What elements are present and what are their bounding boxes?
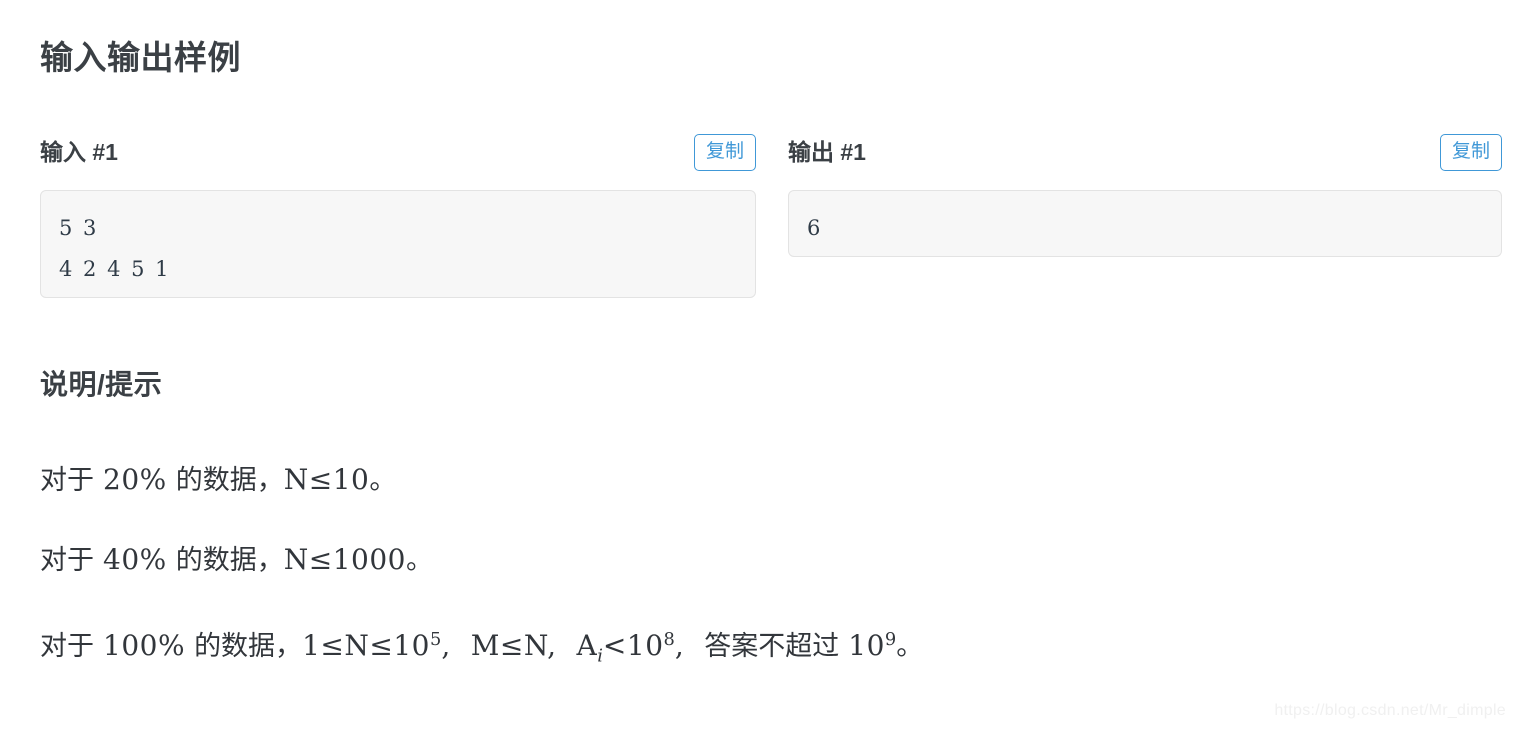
sample-input-header: 输入 #1 复制 <box>40 134 756 178</box>
hint-100-one: 1 <box>302 629 321 662</box>
sample-input-block: 输入 #1 复制 5 3 4 2 4 5 1 <box>40 134 756 319</box>
hint-20-period: 。 <box>369 465 397 495</box>
hint-40-op: ≤ <box>308 543 333 576</box>
hint-100-comma1: , <box>441 629 451 662</box>
hint-100-exp2: 8 <box>663 629 675 650</box>
hint-line-20: 对于 20% 的数据，N≤10。 <box>40 440 1500 520</box>
sample-input-code[interactable]: 5 3 4 2 4 5 1 <box>40 190 756 298</box>
hint-100-base3: 10 <box>848 629 885 662</box>
hint-40-var: N <box>283 543 309 576</box>
sample-output-code[interactable]: 6 <box>788 190 1502 257</box>
hint-100-op2: ≤ <box>369 629 394 662</box>
hint-100-comma2: , <box>547 629 557 662</box>
hint-100-var-n1: N <box>344 629 370 662</box>
hint-100-var-n2: N <box>523 629 548 662</box>
hint-100-var-m: M <box>470 629 500 662</box>
hint-20-value: 10 <box>332 463 370 496</box>
hint-100-op1: ≤ <box>320 629 345 662</box>
watermark: https://blog.csdn.net/Mr_dimple <box>1274 702 1506 719</box>
sample-output-label: 输出 #1 <box>788 139 866 165</box>
hint-40-percent: 40% <box>103 543 167 576</box>
hint-100-middle: 的数据， <box>194 631 303 661</box>
hint-100-lead: 对于 <box>40 631 94 661</box>
page-title: 输入输出样例 <box>40 39 241 76</box>
hint-40-period: 。 <box>405 545 433 575</box>
hint-40-middle: 的数据， <box>175 545 284 575</box>
hints-list: 对于 20% 的数据，N≤10。 对于 40% 的数据，N≤1000。 对于 100% 的数… <box>40 440 1500 680</box>
hint-100-percent: 100% <box>103 629 186 662</box>
hint-40-value: 1000 <box>332 543 406 576</box>
hint-20-percent: 20% <box>103 463 167 496</box>
hint-20-op: ≤ <box>308 463 333 496</box>
hint-line-40: 对于 40% 的数据，N≤1000。 <box>40 520 1500 600</box>
hint-100-tail: 答案不超过 <box>704 631 840 661</box>
hint-100-exp3: 9 <box>884 629 897 650</box>
sample-output-block: 输出 #1 复制 6 <box>788 134 1502 278</box>
hint-100-base1: 10 <box>393 629 430 662</box>
hint-20-var: N <box>283 463 309 496</box>
hint-100-var-a: A <box>576 629 598 662</box>
hint-line-100: 对于 100% 的数据，1≤N≤105, M≤N, Ai<108, 答案不超过 109。 <box>40 600 1500 680</box>
hint-100-op3: ≤ <box>499 629 524 662</box>
hint-20-middle: 的数据， <box>175 465 284 495</box>
hint-100-exp1: 5 <box>429 629 442 650</box>
hint-100-op4: < <box>602 629 627 662</box>
copy-input-button[interactable]: 复制 <box>693 134 756 171</box>
hint-40-lead: 对于 <box>40 545 94 575</box>
hint-100-period: 。 <box>896 631 924 661</box>
hint-20-lead: 对于 <box>40 465 94 495</box>
sample-input-label: 输入 #1 <box>40 139 118 165</box>
sample-output-header: 输出 #1 复制 <box>788 134 1502 178</box>
hint-100-base2: 10 <box>626 629 664 662</box>
problem-samples-page: 输入输出样例 输入 #1 复制 5 3 4 2 4 5 1 输出 #1 复制 6… <box>0 0 1540 730</box>
copy-output-button[interactable]: 复制 <box>1439 134 1502 171</box>
hint-100-comma3: , <box>674 629 685 662</box>
hints-section-title: 说明/提示 <box>40 369 163 400</box>
